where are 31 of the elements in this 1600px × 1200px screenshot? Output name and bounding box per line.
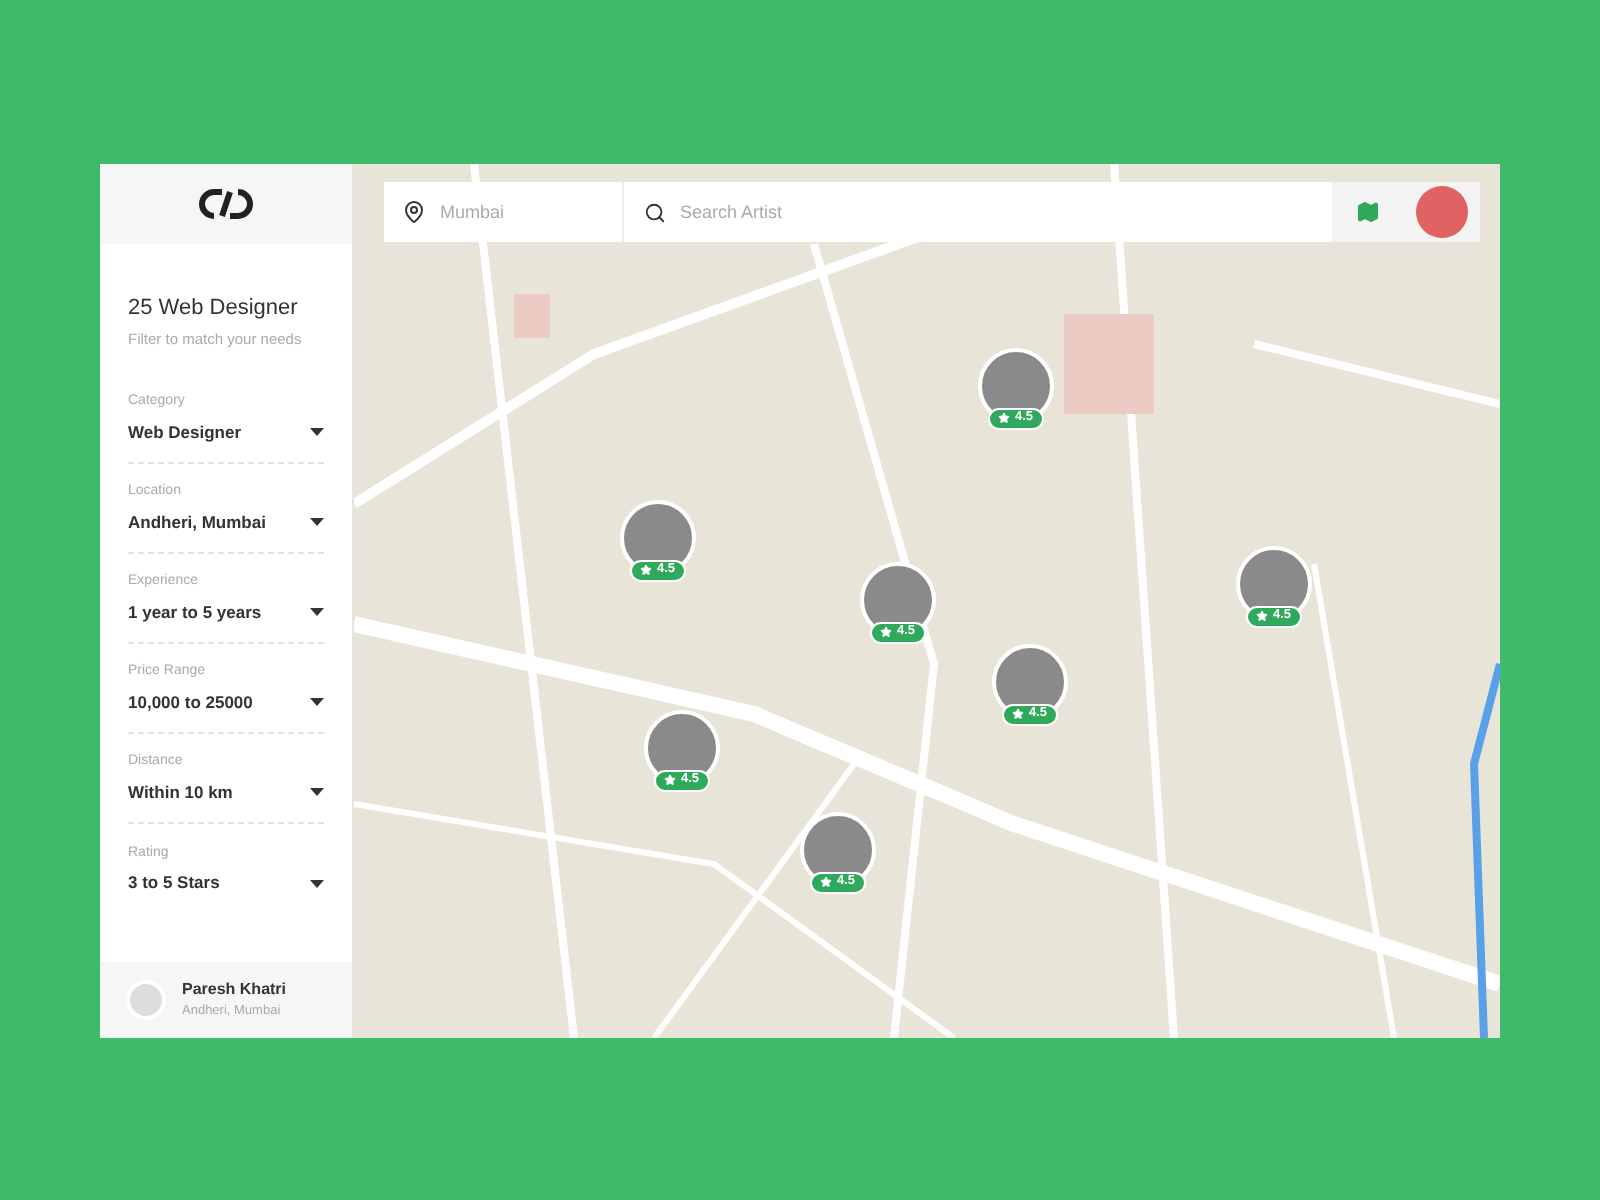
- star-icon: [820, 876, 833, 888]
- user-name: Paresh Khatri: [182, 977, 287, 1002]
- filter-value: Within 10 km: [128, 779, 233, 805]
- profile-avatar: [1416, 185, 1468, 237]
- caret-icon: [310, 518, 324, 526]
- caret-icon: [310, 879, 324, 887]
- star-icon: [664, 774, 677, 786]
- filter-value: 10,000 to 25000: [128, 689, 253, 715]
- caret-icon: [310, 698, 324, 706]
- search-icon: [644, 201, 666, 223]
- search-field[interactable]: Search Artist: [624, 181, 1332, 241]
- filter-value: Web Designer: [128, 419, 242, 445]
- map-icon: [1356, 199, 1380, 223]
- filter-value: 1 year to 5 years: [128, 599, 262, 625]
- map-view-button[interactable]: [1332, 181, 1404, 241]
- caret-icon: [310, 428, 324, 436]
- star-icon: [998, 412, 1011, 424]
- filter-value: 3 to 5 Stars: [128, 870, 220, 896]
- star-icon: [1012, 708, 1025, 720]
- star-icon: [1256, 610, 1269, 622]
- profile-button[interactable]: [1404, 181, 1480, 241]
- caret-icon: [310, 608, 324, 616]
- location-field[interactable]: Mumbai: [384, 181, 624, 241]
- filter-value: Andheri, Mumbai: [128, 509, 266, 535]
- location-pin-icon: [402, 199, 426, 223]
- avatar: [126, 979, 166, 1019]
- star-icon: [880, 626, 893, 638]
- logo-icon: [198, 183, 254, 223]
- results-title: 25 Web Designer: [128, 293, 300, 323]
- caret-icon: [310, 788, 324, 796]
- star-icon: [640, 564, 653, 576]
